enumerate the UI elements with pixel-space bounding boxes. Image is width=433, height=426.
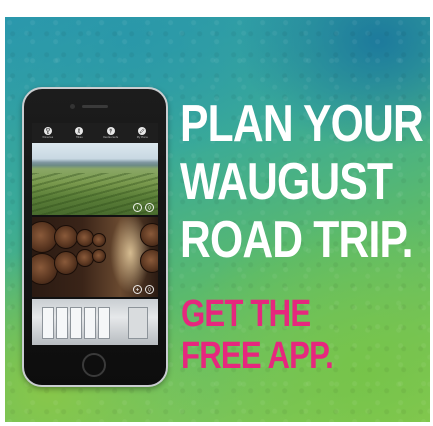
nav-label: Restaurants <box>103 136 119 139</box>
hiker-icon <box>75 127 84 135</box>
phone-camera <box>70 104 75 109</box>
location-pin-icon[interactable] <box>145 285 154 294</box>
window-pane <box>84 307 96 339</box>
window-pane <box>128 307 148 339</box>
nav-item-restaurants[interactable]: Restaurants <box>96 127 126 139</box>
nav-item-hikes[interactable]: Hikes <box>64 127 94 139</box>
info-icon[interactable] <box>133 203 142 212</box>
tile-actions <box>133 285 154 294</box>
window-pane <box>42 307 54 339</box>
tile-barrel-cellar[interactable] <box>32 217 158 297</box>
headline-line: WAUGUST <box>180 153 393 211</box>
cta-line: FREE APP. <box>181 335 334 377</box>
phone-mockup: Wineries Hikes Restaurants My Plans <box>22 87 168 387</box>
location-pin-icon[interactable] <box>145 203 154 212</box>
barrel <box>54 225 78 249</box>
cta-line: GET THE <box>181 293 311 335</box>
add-icon[interactable] <box>133 285 142 294</box>
nav-label: My Plans <box>136 136 148 139</box>
headline: PLAN YOUR WAUGUST ROAD TRIP. <box>180 95 424 269</box>
barrel <box>54 251 78 275</box>
window-pane <box>70 307 82 339</box>
phone-screen: Wineries Hikes Restaurants My Plans <box>32 123 158 345</box>
window-pane <box>56 307 68 339</box>
barrel <box>92 233 106 247</box>
nav-label: Hikes <box>75 136 83 139</box>
headline-line: PLAN YOUR <box>180 95 424 153</box>
nav-item-my-plans[interactable]: My Plans <box>127 127 157 139</box>
pencil-icon <box>138 127 147 135</box>
nav-label: Wineries <box>42 136 54 139</box>
tile-actions <box>133 203 154 212</box>
nav-item-wineries[interactable]: Wineries <box>33 127 63 139</box>
phone-speaker <box>82 105 108 108</box>
barrel <box>140 223 158 247</box>
home-button[interactable] <box>82 353 106 377</box>
headline-line: ROAD TRIP. <box>180 211 413 269</box>
call-to-action[interactable]: GET THE FREE APP. <box>181 293 386 377</box>
tile-vineyard[interactable] <box>32 143 158 215</box>
app-nav-bar: Wineries Hikes Restaurants My Plans <box>32 123 158 143</box>
barrel <box>92 249 106 263</box>
wine-glass-icon <box>43 127 52 135</box>
ad-banner: Wineries Hikes Restaurants My Plans PLAN… <box>5 17 430 422</box>
barrel <box>140 249 158 273</box>
fork-icon <box>106 127 115 135</box>
window-pane <box>98 307 110 339</box>
tile-modern-interior[interactable] <box>32 299 158 345</box>
